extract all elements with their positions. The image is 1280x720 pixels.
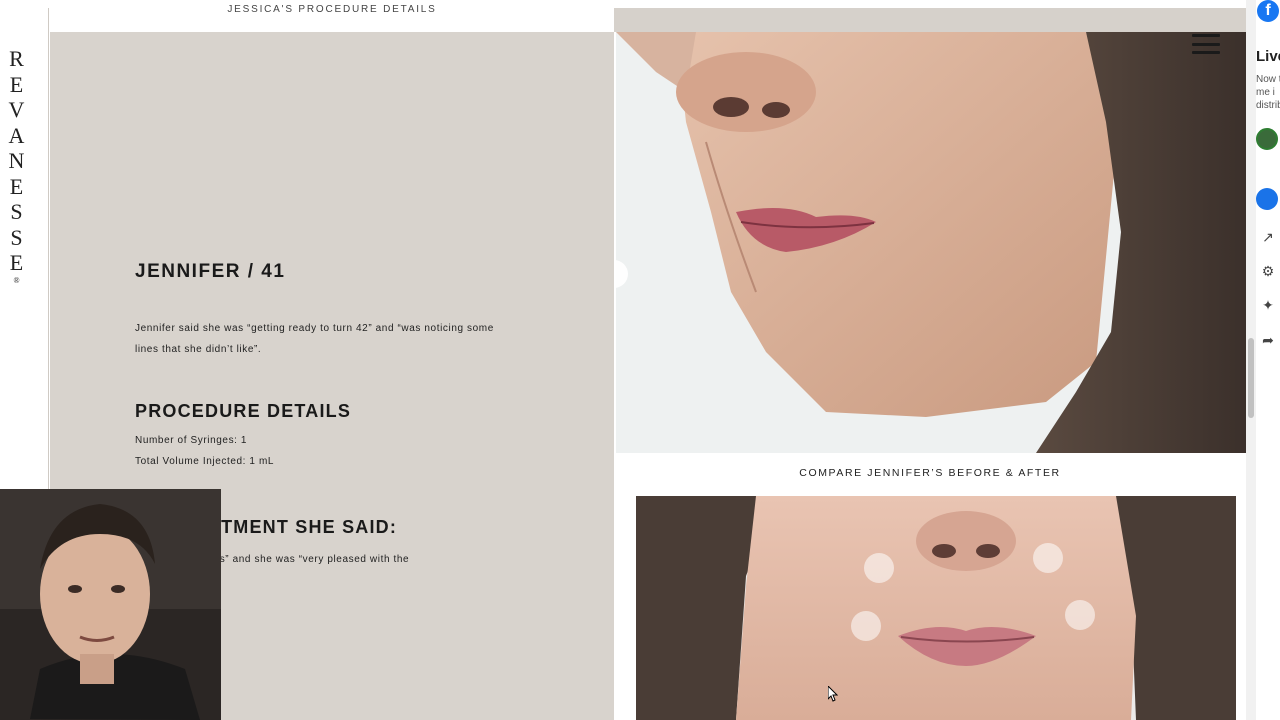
revanesse-logo[interactable]: R E V A N E S S E ® (4, 46, 30, 286)
share-icon[interactable]: ➦ (1260, 332, 1276, 348)
avatar[interactable] (1256, 128, 1278, 150)
photo-top-strip (614, 8, 1246, 32)
logo-letter: A (8, 122, 26, 148)
logo-letter: E (9, 250, 25, 275)
after-photo[interactable] (636, 496, 1236, 720)
registered-mark: ® (13, 275, 21, 285)
patient-quote: Jennifer said she was “getting ready to … (135, 318, 525, 360)
logo-letter: S (10, 224, 24, 250)
menu-bar (1192, 42, 1220, 46)
procedure-details-heading: PROCEDURE DETAILS (135, 401, 352, 421)
sparkle-icon[interactable]: ✦ (1260, 297, 1276, 313)
presenter-video (0, 489, 221, 720)
before-face-image (616, 32, 1246, 453)
quote-line: Jennifer said she was “getting ready to … (135, 323, 494, 334)
logo-letter: V (8, 97, 26, 122)
trend-icon[interactable]: ↗ (1260, 229, 1276, 245)
quote-line: lines that she didn’t like”. (135, 344, 262, 355)
injection-point-marker[interactable] (1065, 600, 1095, 630)
side-text-line: Now t (1256, 74, 1280, 85)
page-scrollbar[interactable] (1246, 0, 1256, 720)
injection-point-marker[interactable] (851, 611, 881, 641)
gear-icon[interactable]: ⚙ (1260, 263, 1276, 279)
logo-letter: E (9, 71, 25, 97)
mouse-cursor-icon (828, 686, 838, 702)
logo-letter: R (9, 46, 25, 71)
injection-point-marker[interactable] (1033, 543, 1063, 573)
menu-bar (1192, 51, 1220, 54)
side-text-line: me i (1256, 87, 1275, 98)
scrollbar-thumb[interactable] (1248, 338, 1254, 418)
stats-button[interactable] (1256, 188, 1278, 210)
menu-bar (1192, 34, 1220, 37)
live-label: Live (1256, 48, 1280, 65)
side-panel: f Live Now t me i distrib ↗ ⚙ ✦ ➦ (1256, 0, 1280, 720)
breadcrumb[interactable]: JESSICA'S PROCEDURE DETAILS (50, 4, 614, 15)
hamburger-menu-icon[interactable] (1192, 34, 1220, 54)
before-photo[interactable] (616, 32, 1246, 453)
logo-letter: E (9, 173, 25, 199)
syringes-count: Number of Syringes: 1 (135, 435, 248, 446)
logo-letter: S (10, 199, 24, 224)
side-text-line: distrib (1256, 100, 1280, 111)
facebook-icon[interactable]: f (1257, 0, 1279, 22)
patient-title: JENNIFER / 41 (135, 261, 286, 282)
after-face-image (636, 496, 1236, 720)
webcam-overlay (0, 489, 221, 720)
injection-point-marker[interactable] (864, 553, 894, 583)
compare-label[interactable]: COMPARE JENNIFER’S BEFORE & AFTER (614, 467, 1246, 479)
photo-column: COMPARE JENNIFER’S BEFORE & AFTER (614, 0, 1246, 720)
logo-letter: N (8, 148, 26, 173)
volume-injected: Total Volume Injected: 1 mL (135, 456, 275, 467)
section-header: JESSICA'S PROCEDURE DETAILS (50, 0, 614, 32)
